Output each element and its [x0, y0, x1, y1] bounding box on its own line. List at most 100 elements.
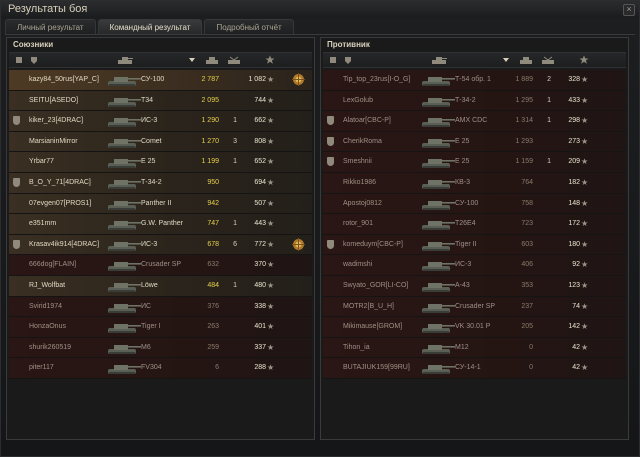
table-row[interactable]: MarsianinMirror Comet 1 270 3 808 ★ — [9, 131, 312, 153]
player-name: SEITU[ASEDO] — [29, 96, 79, 104]
table-row[interactable]: Apostoj0812 СУ-100 758 148 ★ — [323, 193, 626, 215]
star-icon: ★ — [267, 239, 275, 249]
experience-value: 298 — [568, 117, 580, 125]
table-row[interactable]: Yrbar77 E 25 1 199 1 652 ★ — [9, 152, 312, 173]
tab-team-result[interactable]: Командный результат — [97, 19, 203, 35]
table-row[interactable]: LexGolub Т-34-2 1 295 1 433 ★ — [323, 90, 626, 112]
player-name: komeduym[CBC-P] — [343, 240, 403, 248]
table-row[interactable]: shurik260519 M6 259 337 ★ — [9, 337, 312, 359]
player-name: 666dog[FLAIN] — [29, 261, 77, 269]
player-name: 07evgen07[PROS1] — [29, 199, 92, 207]
experience-value: 148 — [568, 199, 580, 207]
damage-value: 1 159 — [515, 158, 533, 166]
allies-rows: kazy84_50rus[YAP_C] СУ-100 2 787 1 082 ★ SEIT… — [9, 70, 312, 379]
table-row[interactable]: Rikko1986 КВ-3 764 182 ★ — [323, 172, 626, 194]
table-row[interactable]: SEITU[ASEDO] T34 2 095 744 ★ — [9, 90, 312, 112]
table-row[interactable]: Alatoar[CBC-P] AMX CDC 1 314 1 298 ★ — [323, 111, 626, 132]
damage-value: 678 — [207, 240, 219, 248]
damage-icon[interactable] — [519, 55, 533, 65]
frags-icon[interactable] — [227, 55, 241, 65]
clan-icon[interactable] — [29, 55, 39, 65]
damage-value: 1 270 — [201, 137, 219, 145]
enemies-column-header — [323, 52, 626, 68]
experience-value: 337 — [254, 343, 266, 351]
star-icon: ★ — [581, 280, 589, 290]
enemies-panel: Противник Tip_top_23rus[I-O_G] Т-54 обр. … — [320, 37, 629, 440]
close-icon[interactable]: × — [623, 4, 635, 16]
damage-icon[interactable] — [205, 55, 219, 65]
tank-icon — [419, 257, 455, 272]
experience-value: 370 — [254, 261, 266, 269]
experience-value: 123 — [568, 281, 580, 289]
table-row[interactable]: komeduym[CBC-P] Tiger II 603 180 ★ — [323, 234, 626, 256]
squad-icon[interactable] — [14, 55, 24, 65]
table-row[interactable]: kiker_23[4DRAC] ИС-3 1 290 1 662 ★ — [9, 111, 312, 132]
table-row[interactable]: e351mm G.W. Panther 747 1 443 ★ — [9, 214, 312, 235]
table-row[interactable]: wadimshi ИС-3 406 92 ★ — [323, 255, 626, 276]
damage-value: 2 095 — [201, 96, 219, 104]
clan-emblem-icon — [13, 239, 20, 249]
table-row[interactable]: BUTAJIUK159[99RU] СУ-14-1 0 42 ★ — [323, 358, 626, 379]
sort-arrow-icon[interactable] — [501, 55, 511, 65]
player-name: BUTAJIUK159[99RU] — [343, 364, 410, 372]
table-row[interactable]: MOTR2[B_U_H] Crusader SP 237 74 ★ — [323, 296, 626, 318]
table-row[interactable]: rotor_901 T26E4 723 172 ★ — [323, 214, 626, 235]
tank-icon[interactable] — [431, 55, 447, 65]
player-name: RJ_Wolfbat — [29, 281, 66, 289]
table-row[interactable]: 666dog[FLAIN] Crusader SP 632 370 ★ — [9, 255, 312, 276]
window-titlebar: Результаты боя — [1, 1, 639, 18]
table-row[interactable]: B_O_Y_71[4DRAC] Т-34-2 950 694 ★ — [9, 172, 312, 194]
table-row[interactable]: 07evgen07[PROS1] Panther II 942 507 ★ — [9, 193, 312, 215]
damage-value: 2 787 — [201, 76, 219, 83]
tank-icon — [105, 196, 141, 211]
tank-icon[interactable] — [117, 55, 133, 65]
tank-icon — [105, 360, 141, 375]
experience-value: 74 — [572, 302, 580, 310]
star-icon: ★ — [267, 95, 275, 105]
table-row[interactable]: kazy84_50rus[YAP_C] СУ-100 2 787 1 082 ★ — [9, 70, 312, 91]
sort-arrow-icon[interactable] — [187, 55, 197, 65]
star-icon[interactable] — [579, 55, 589, 65]
table-row[interactable]: Mikimause[GROM] VK 30.01 P 205 142 ★ — [323, 317, 626, 338]
damage-value: 758 — [521, 199, 533, 207]
tank-icon — [105, 237, 141, 252]
table-row[interactable]: Tihon_ia M12 0 42 ★ — [323, 337, 626, 359]
star-icon: ★ — [581, 198, 589, 208]
tank-icon — [105, 319, 141, 334]
table-row[interactable]: Svirid1974 ИС 376 338 ★ — [9, 296, 312, 318]
player-name: wadimshi — [343, 261, 373, 269]
table-row[interactable]: Smeshnii E 25 1 159 1 209 ★ — [323, 152, 626, 173]
table-row[interactable]: Krasav4ik914[4DRAC] ИС-3 678 6 772 ★ — [9, 234, 312, 256]
star-icon: ★ — [267, 177, 275, 187]
tank-icon — [105, 72, 141, 87]
experience-value: 328 — [568, 76, 580, 83]
tab-detailed-report[interactable]: Подробный отчёт — [204, 19, 294, 35]
damage-value: 632 — [207, 261, 219, 269]
squad-icon[interactable] — [328, 55, 338, 65]
damage-value: 263 — [207, 323, 219, 331]
table-row[interactable]: Tip_top_23rus[I-O_G] Т-54 обр. 11 889 2 328… — [323, 70, 626, 91]
star-icon: ★ — [581, 260, 589, 270]
player-name: Krasav4ik914[4DRAC] — [29, 240, 100, 248]
table-row[interactable]: piter117 FV304 6 288 ★ — [9, 358, 312, 379]
frags-icon[interactable] — [541, 55, 555, 65]
table-row[interactable]: RJ_Wolfbat Löwe 484 1 480 ★ — [9, 275, 312, 297]
clan-emblem-icon — [327, 157, 334, 167]
table-row[interactable]: Swyato_GOR[LI-CO] A-43 353 123 ★ — [323, 275, 626, 297]
clan-icon[interactable] — [343, 55, 353, 65]
table-row[interactable]: CherikRoma E 25 1 293 273 ★ — [323, 131, 626, 153]
player-name: B_O_Y_71[4DRAC] — [29, 178, 91, 186]
player-name: Mikimause[GROM] — [343, 323, 403, 331]
tank-icon — [419, 93, 455, 108]
damage-value: 259 — [207, 343, 219, 351]
tab-personal-result[interactable]: Личный результат — [5, 19, 96, 35]
player-name: Tihon_ia — [343, 343, 370, 351]
tank-icon — [105, 93, 141, 108]
table-row[interactable]: HonzaOnus Tiger I 263 401 ★ — [9, 317, 312, 338]
tank-icon — [419, 175, 455, 190]
tank-icon — [105, 340, 141, 355]
star-icon: ★ — [581, 219, 589, 229]
star-icon[interactable] — [265, 55, 275, 65]
tank-icon — [419, 134, 455, 149]
damage-value: 6 — [215, 364, 219, 372]
